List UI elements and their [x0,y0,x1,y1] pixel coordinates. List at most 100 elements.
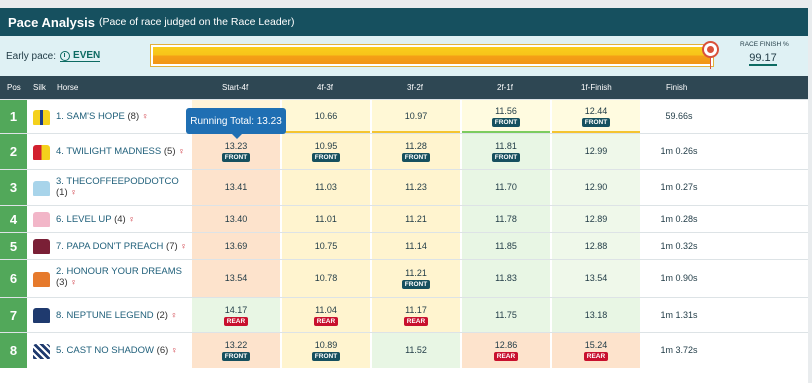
split-time-cell[interactable]: 13.54 [192,260,280,297]
col-pos: Pos [7,83,21,92]
silk-icon [33,145,50,160]
front-badge: FRONT [401,153,431,162]
horse-name-link[interactable]: 1. SAM'S HOPE (8) ♀ [56,111,149,122]
col-1f-finish: 1f-Finish [581,83,612,92]
split-time-cell[interactable]: 11.78 [462,206,550,232]
split-time-cell[interactable]: 12.44 FRONT [552,100,640,133]
panel-header: Pace Analysis (Pace of race judged on th… [0,8,808,36]
split-time-value: 10.78 [314,273,338,283]
split-time-cell[interactable]: 12.89 [552,206,640,232]
split-time-cell[interactable]: 11.52 [372,333,460,368]
split-time-cell[interactable]: 13.41 [192,170,280,205]
horse-name-link[interactable]: 3. THECOFFEEPODDOTCO (1) ♀ [56,176,179,198]
split-time-cell[interactable]: 11.85 [462,233,550,259]
split-time-cell[interactable]: 11.14 [372,233,460,259]
location-pin-icon: ♀ [178,146,185,156]
split-time-value: 11.56 [495,106,517,116]
front-badge: FRONT [491,153,521,162]
split-time-cell[interactable]: 10.66 [282,100,370,133]
split-time-cell[interactable]: 11.21 [372,206,460,232]
split-time-cell[interactable]: 10.89 FRONT [282,333,370,368]
front-badge: FRONT [221,153,251,162]
split-time-value: 11.75 [495,310,517,320]
horse-name-link[interactable]: 4. TWILIGHT MADNESS (5) ♀ [56,146,185,157]
split-time-cell[interactable]: 10.78 [282,260,370,297]
split-time-cell[interactable]: 13.22 FRONT [192,333,280,368]
split-time-cell[interactable]: 12.99 [552,134,640,169]
split-time-value: 11.03 [315,182,337,192]
col-3f-2f: 3f-2f [407,83,424,92]
split-time-cell[interactable]: 11.21 FRONT [372,260,460,297]
horse-name-link[interactable]: 6. LEVEL UP (4) ♀ [56,214,135,225]
race-finish: RACE FINISH % 99.17 [740,41,789,66]
split-time-cell[interactable]: 11.03 [282,170,370,205]
split-time-value: 12.90 [584,182,608,192]
split-time-cell[interactable]: 10.97 [372,100,460,133]
table-row: 3 3. THECOFFEEPODDOTCO (1) ♀ 13.41 11.03 11.… [0,169,808,205]
position-badge: 6 [0,260,27,297]
split-time-cell[interactable]: 15.24 REAR [552,333,640,368]
split-time-value: 10.97 [404,111,428,121]
table-header: Pos Silk Horse Start-4f 4f-3f 3f-2f 2f-1… [0,76,808,99]
location-pin-icon: ♀ [70,187,77,197]
split-time-value: 11.83 [495,273,517,283]
finish-time: 1m 0.27s [660,182,698,192]
split-time-cell[interactable]: 12.86 REAR [462,333,550,368]
horse-name: 5. CAST NO SHADOW [56,345,157,356]
split-time-value: 10.95 [314,141,338,151]
split-time-cell[interactable]: 11.28 FRONT [372,134,460,169]
silk-icon [33,181,50,196]
pace-bar: Early pace: EVEN RACE FINISH % 99.17 [0,36,808,76]
split-time-value: 11.04 [315,305,337,315]
draw-number: (6) [156,345,171,356]
split-time-cell[interactable]: 11.04 REAR [282,298,370,332]
rear-badge: REAR [403,317,429,326]
split-time-cell[interactable]: 13.69 [192,233,280,259]
split-time-cell[interactable]: 11.70 [462,170,550,205]
split-time-cell[interactable]: 10.75 [282,233,370,259]
split-time-cell[interactable]: 11.17 REAR [372,298,460,332]
split-time-cell[interactable]: 13.18 [552,298,640,332]
horse-name-link[interactable]: 7. PAPA DON'T PREACH (7) ♀ [56,241,187,252]
race-finish-value: 99.17 [749,52,777,66]
position-badge: 4 [0,206,27,232]
early-pace-value: EVEN [73,50,101,61]
col-finish: Finish [666,83,688,92]
split-time-cell[interactable]: 11.23 [372,170,460,205]
split-time-cell[interactable]: 11.83 [462,260,550,297]
runner-table-body: 1 1. SAM'S HOPE (8) ♀ 10.66 10.97 11.56 FRONT… [0,99,808,368]
split-time-cell[interactable]: 11.75 [462,298,550,332]
position-badge: 3 [0,170,27,205]
location-pin-icon: ♀ [141,111,149,121]
race-progress-track [150,44,714,67]
horse-name-link[interactable]: 8. NEPTUNE LEGEND (2) ♀ [56,310,177,321]
split-time-cell[interactable]: 13.54 [552,260,640,297]
col-silk: Silk [33,83,46,92]
horse-name-link[interactable]: 2. HONOUR YOUR DREAMS (3) ♀ [56,266,182,288]
split-time-cell[interactable]: 10.95 FRONT [282,134,370,169]
split-time-value: 15.24 [584,340,608,350]
silk-icon [33,212,50,227]
split-time-cell[interactable]: 13.40 [192,206,280,232]
split-time-cell[interactable]: 11.01 [282,206,370,232]
split-time-cell[interactable]: 12.90 [552,170,640,205]
split-time-cell[interactable]: 13.23 FRONT [192,134,280,169]
split-time-cell[interactable]: 12.88 [552,233,640,259]
split-time-value: 11.28 [405,141,427,151]
table-row: 2 4. TWILIGHT MADNESS (5) ♀ 13.23 FRONT 10.9… [0,133,808,169]
silk-icon [33,239,50,254]
split-time-value: 10.89 [314,340,338,350]
horse-name-link[interactable]: 5. CAST NO SHADOW (6) ♀ [56,345,178,356]
early-pace-value-link[interactable]: EVEN [60,50,101,62]
front-badge: FRONT [311,352,341,361]
split-time-cell[interactable]: 11.81 FRONT [462,134,550,169]
col-horse: Horse [57,83,79,92]
split-time-cell[interactable]: 14.17 REAR [192,298,280,332]
clock-icon [60,50,71,61]
split-time-cell[interactable]: 11.56 FRONT [462,100,550,133]
draw-number: (8) [127,111,142,122]
silk-icon [33,110,50,125]
rear-badge: REAR [493,352,519,361]
table-row: 1 1. SAM'S HOPE (8) ♀ 10.66 10.97 11.56 FRONT… [0,99,808,133]
split-time-value: 13.54 [224,273,248,283]
